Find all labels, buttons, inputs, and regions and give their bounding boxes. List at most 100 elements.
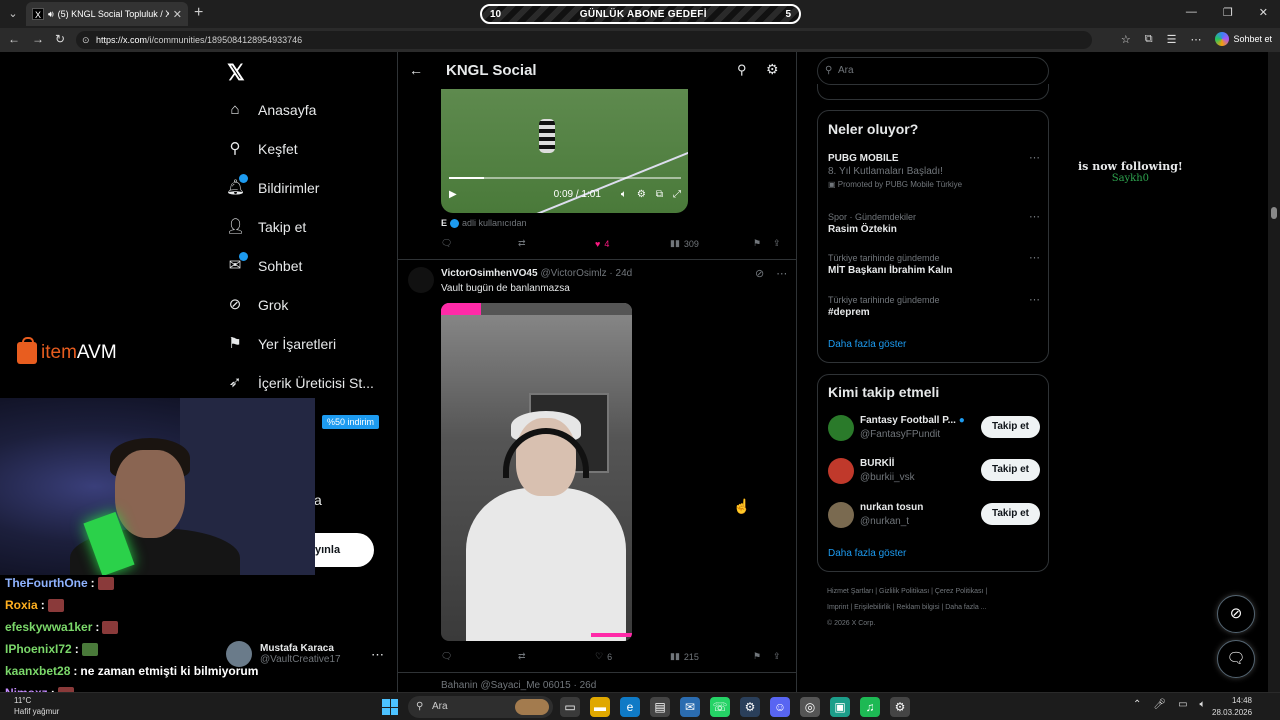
more-icon[interactable]: ⋯ <box>776 267 787 280</box>
collections-icon[interactable]: ☰ <box>1167 33 1177 46</box>
close-tab-icon[interactable]: ✕ <box>173 8 182 21</box>
bookmark-icon[interactable]: ⚑ <box>753 238 773 249</box>
grok-icon[interactable]: ⊘ <box>755 267 764 280</box>
volume-icon[interactable]: 🔈︎ <box>1200 699 1206 710</box>
forward-icon[interactable]: → <box>32 32 44 46</box>
more-icon[interactable]: ⋯ <box>1029 293 1040 306</box>
share-icon[interactable]: ⇪ <box>773 651 781 662</box>
nav-item-explore[interactable]: ⚲ Keşfet <box>226 140 298 158</box>
video-progress[interactable] <box>449 177 681 179</box>
extensions-icon[interactable]: ⧉ <box>1145 33 1153 46</box>
post-button[interactable]: yınla <box>315 533 374 567</box>
show-more-link[interactable]: Daha fazla göster <box>828 339 906 350</box>
refresh-icon[interactable]: ↻ <box>55 32 65 46</box>
back-icon[interactable]: ← <box>8 32 20 46</box>
nav-item-follow[interactable]: 👤︎ Takip et <box>226 218 306 236</box>
maximize-icon[interactable]: ❐ <box>1223 6 1233 19</box>
trend-item[interactable]: Türkiye tarihinde gündemde #deprem ⋯ <box>828 293 1040 318</box>
tab-actions-menu[interactable]: ⌄ <box>4 5 22 23</box>
search-icon[interactable]: ⚲ <box>737 62 747 78</box>
share-icon[interactable]: ⇪ <box>773 238 781 249</box>
url-bar[interactable]: ⊙ https://x.com/i/communities/1895084128… <box>76 31 1092 49</box>
gear-icon[interactable]: ⚙ <box>766 61 779 78</box>
trend-item[interactable]: Spor · Gündemdekiler Rasim Öztekin ⋯ <box>828 210 1040 235</box>
views-button[interactable]: ▮▮ 215 <box>670 651 753 662</box>
more-icon[interactable]: ⋯ <box>1029 210 1040 223</box>
new-tab-button[interactable]: + <box>194 4 203 22</box>
reply-icon[interactable]: 🗨︎ <box>441 238 518 249</box>
app-icon[interactable]: ◎ <box>800 697 820 717</box>
show-more-link[interactable]: Daha fazla göster <box>828 548 906 559</box>
settings-icon[interactable]: ⚙ <box>637 189 646 200</box>
nav-item-grok[interactable]: ⊘ Grok <box>226 296 289 314</box>
more-icon[interactable]: ⋯ <box>1190 33 1201 46</box>
bookmark-icon[interactable]: ⚑ <box>753 651 773 662</box>
back-arrow-icon[interactable]: ← <box>409 62 423 78</box>
weather-widget[interactable]: 11°C Hafif yağmur <box>14 695 59 717</box>
notepad-icon[interactable]: ▤ <box>650 697 670 717</box>
favorites-icon[interactable]: ☆ <box>1121 33 1131 46</box>
follow-button[interactable]: Takip et <box>981 416 1040 438</box>
like-button[interactable]: ♡ 6 <box>595 651 670 662</box>
fullscreen-icon[interactable]: ⤢ <box>673 189 681 200</box>
whatsapp-icon[interactable]: ☏ <box>710 697 730 717</box>
reply-icon[interactable]: 🗨︎ <box>441 651 518 662</box>
copilot-button[interactable]: Sohbet et <box>1215 32 1272 46</box>
nav-item-bookmarks[interactable]: ⚑ Yer İşaretleri <box>226 335 336 353</box>
steam-icon[interactable]: ⚙ <box>740 697 760 717</box>
follow-button[interactable]: Takip et <box>981 459 1040 481</box>
microphone-icon[interactable]: 🎤︎ <box>1153 699 1166 710</box>
page-scrollbar[interactable] <box>1268 52 1280 692</box>
volume-icon[interactable]: 🔈︎ <box>621 189 627 200</box>
nav-item-creator-studio[interactable]: ➶ İçerik Üreticisi St... <box>226 374 374 392</box>
like-button[interactable]: ♥ 4 <box>595 239 670 249</box>
follow-suggestion[interactable]: nurkan tosun @nurkan_t Takip et <box>828 500 1040 530</box>
footer-line[interactable]: Imprint | Erişilebilirlik | Reklam bilgi… <box>827 600 1047 616</box>
task-view-icon[interactable]: ▭ <box>560 697 580 717</box>
trend-item[interactable]: PUBG MOBILE 8. Yıl Kutlamaları Başladı! … <box>828 151 1040 189</box>
mail-icon[interactable]: ✉ <box>680 697 700 717</box>
scrollbar-thumb[interactable] <box>1271 207 1277 219</box>
play-icon[interactable]: ▶ <box>449 189 457 200</box>
file-explorer-icon[interactable]: ▬ <box>590 697 610 717</box>
avatar[interactable] <box>408 267 434 293</box>
account-switcher[interactable]: Mustafa Karaca @VaultCreative17 <box>226 641 341 667</box>
minimize-icon[interactable]: — <box>1186 6 1197 19</box>
display-icon[interactable]: ▭ <box>1178 699 1187 710</box>
trend-item[interactable]: Türkiye tarihinde gündemde MİT Başkanı İ… <box>828 251 1040 276</box>
settings-icon[interactable]: ⚙ <box>890 697 910 717</box>
nav-item-notifications[interactable]: 🔔︎ Bildirimler <box>226 174 319 197</box>
follow-suggestion[interactable]: BURKİİ @burkii_vsk Takip et <box>828 456 1040 486</box>
app-icon[interactable]: ▣ <box>830 697 850 717</box>
more-icon[interactable]: ⋯ <box>1029 151 1040 164</box>
video-player[interactable]: ▶ 0:09 / 1:01 🔈︎ ⚙ ⧉ ⤢ <box>441 89 688 213</box>
more-icon[interactable]: ⋯ <box>1029 251 1040 264</box>
tweet-author[interactable]: VictorOsimhenVO45 <box>441 268 538 279</box>
nav-item-messages[interactable]: ✉ Sohbet <box>226 252 302 275</box>
grok-fab-button[interactable]: ⊘ <box>1217 595 1255 633</box>
clock[interactable]: 14:48 28.03.2026 <box>1212 695 1252 719</box>
retweet-icon[interactable]: ⇄ <box>518 238 595 249</box>
retweet-icon[interactable]: ⇄ <box>518 651 595 662</box>
pip-icon[interactable]: ⧉ <box>656 189 663 200</box>
browser-tab[interactable]: X 🔊︎ (5) KNGL Social Topluluk / X ✕ <box>26 2 188 26</box>
follow-suggestion[interactable]: Fantasy Football P... ● @FantasyFPundit … <box>828 413 1040 443</box>
spotify-icon[interactable]: ♫ <box>860 697 880 717</box>
taskbar-search[interactable]: ⚲ Ara <box>408 696 553 718</box>
start-button[interactable] <box>382 699 398 715</box>
view-count: 215 <box>683 651 699 662</box>
tweet-video[interactable] <box>441 303 632 641</box>
discord-icon[interactable]: ☺ <box>770 697 790 717</box>
post-button-label: yınla <box>315 544 341 556</box>
search-input[interactable]: ⚲ Ara <box>817 57 1049 85</box>
chevron-up-icon[interactable]: ⌃ <box>1133 699 1141 710</box>
follow-button[interactable]: Takip et <box>981 503 1040 525</box>
messages-fab-button[interactable]: 🗨︎ <box>1217 640 1255 678</box>
views-button[interactable]: ▮▮ 309 <box>670 238 753 249</box>
close-window-icon[interactable]: ✕ <box>1259 6 1268 19</box>
nav-item-home[interactable]: ⌂ Anasayfa <box>226 101 316 119</box>
x-logo-icon[interactable]: 𝕏 <box>227 60 245 86</box>
footer-line[interactable]: Hizmet Şartları | Gizlilik Politikası | … <box>827 584 1047 600</box>
more-icon[interactable]: ⋯ <box>371 647 384 663</box>
edge-icon[interactable]: e <box>620 697 640 717</box>
